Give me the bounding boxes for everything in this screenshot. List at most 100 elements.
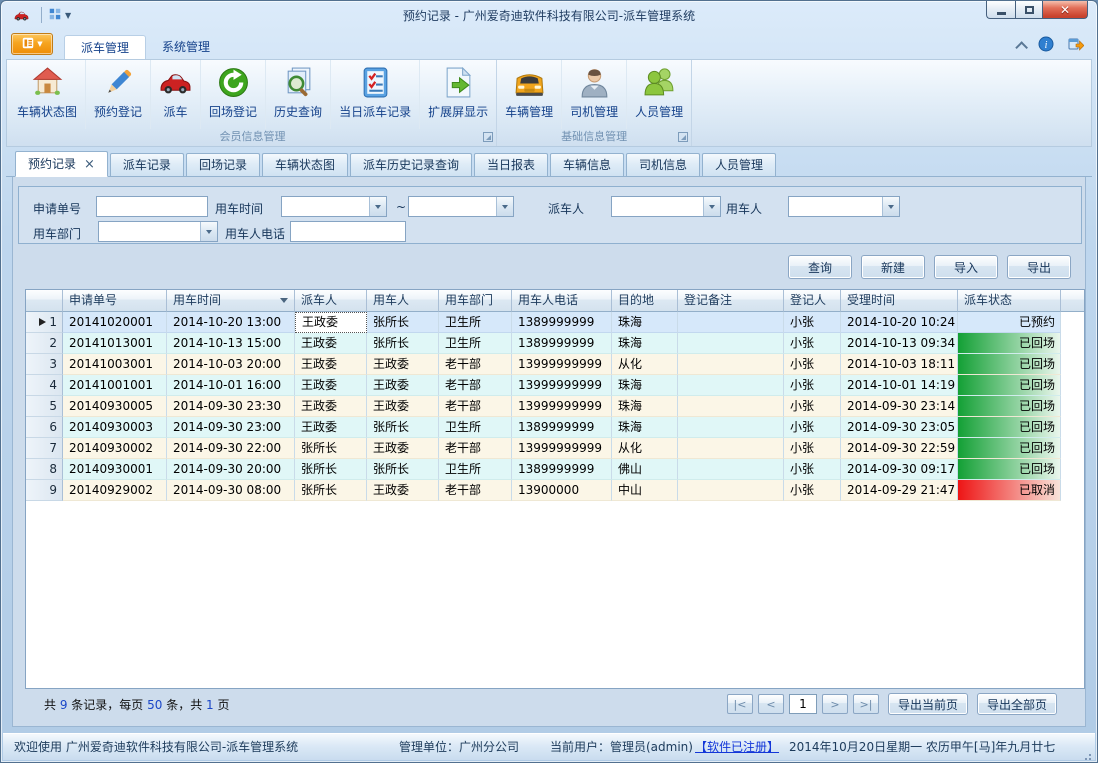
cell-登记人[interactable]: 小张 [784, 312, 841, 333]
cell-派车状态[interactable]: 已回场 [958, 438, 1061, 459]
cell-受理时间[interactable]: 2014-10-01 14:19 [841, 375, 958, 396]
cell-派车人[interactable]: 张所长 [295, 480, 367, 501]
cell-派车人[interactable]: 王政委 [295, 333, 367, 354]
cell-用车时间[interactable]: 2014-10-13 15:00 [167, 333, 295, 354]
cell-登记备注[interactable] [678, 480, 784, 501]
cell-目的地[interactable]: 从化 [612, 438, 678, 459]
cell-派车人[interactable]: 张所长 [295, 438, 367, 459]
row-indicator[interactable]: 8 [26, 459, 63, 480]
page-number-input[interactable] [789, 694, 817, 714]
dialog-launcher-icon[interactable] [483, 132, 493, 142]
cell-申请单号[interactable]: 20140929002 [63, 480, 167, 501]
cell-派车状态[interactable]: 已回场 [958, 354, 1061, 375]
support-icon[interactable] [1068, 36, 1084, 55]
cell-用车部门[interactable]: 老干部 [439, 396, 512, 417]
cell-申请单号[interactable]: 20141001001 [63, 375, 167, 396]
table-row[interactable]: 7201409300022014-09-30 22:00张所长王政委老干部139… [26, 438, 1084, 459]
cell-用车部门[interactable]: 卫生所 [439, 459, 512, 480]
cell-派车状态[interactable]: 已回场 [958, 333, 1061, 354]
row-indicator[interactable]: 2 [26, 333, 63, 354]
column-header-派车状态[interactable]: 派车状态 [958, 290, 1061, 312]
cell-申请单号[interactable]: 20141020001 [63, 312, 167, 333]
cell-用车人电话[interactable]: 13999999999 [512, 375, 612, 396]
column-header-登记人[interactable]: 登记人 [784, 290, 841, 312]
next-page-button[interactable]: > [822, 694, 848, 714]
cell-用车部门[interactable]: 老干部 [439, 375, 512, 396]
doc-tab-车辆信息[interactable]: 车辆信息 [550, 153, 624, 176]
cell-登记备注[interactable] [678, 417, 784, 438]
ribbon-item-回场登记[interactable]: 回场登记 [200, 60, 265, 129]
cell-派车状态[interactable]: 已取消 [958, 480, 1061, 501]
cell-登记备注[interactable] [678, 333, 784, 354]
cell-目的地[interactable]: 珠海 [612, 375, 678, 396]
cell-用车人电话[interactable]: 1389999999 [512, 333, 612, 354]
column-header-受理时间[interactable]: 受理时间 [841, 290, 958, 312]
cell-受理时间[interactable]: 2014-09-30 23:14 [841, 396, 958, 417]
cell-目的地[interactable]: 从化 [612, 354, 678, 375]
cell-登记人[interactable]: 小张 [784, 417, 841, 438]
cell-用车时间[interactable]: 2014-09-30 23:00 [167, 417, 295, 438]
table-row[interactable]: 2201410130012014-10-13 15:00王政委张所长卫生所138… [26, 333, 1084, 354]
cell-受理时间[interactable]: 2014-10-20 10:24 [841, 312, 958, 333]
row-indicator[interactable]: 3 [26, 354, 63, 375]
cell-登记人[interactable]: 小张 [784, 438, 841, 459]
chevron-down-icon[interactable] [882, 197, 899, 216]
cell-登记备注[interactable] [678, 354, 784, 375]
quick-access-layout-icon[interactable] [48, 7, 62, 24]
cell-用车人电话[interactable]: 13900000 [512, 480, 612, 501]
ribbon-tab-系统管理[interactable]: 系统管理 [146, 35, 226, 59]
cell-用车时间[interactable]: 2014-09-30 22:00 [167, 438, 295, 459]
cell-目的地[interactable]: 珠海 [612, 312, 678, 333]
cell-用车人电话[interactable]: 13999999999 [512, 354, 612, 375]
chevron-down-icon[interactable] [496, 197, 513, 216]
table-row[interactable]: 4201410010012014-10-01 16:00王政委王政委老干部139… [26, 375, 1084, 396]
doc-tab-当日报表[interactable]: 当日报表 [474, 153, 548, 176]
info-icon[interactable]: i [1038, 36, 1054, 55]
cell-登记备注[interactable] [678, 312, 784, 333]
column-header-派车人[interactable]: 派车人 [295, 290, 367, 312]
cell-用车人[interactable]: 张所长 [367, 333, 439, 354]
ribbon-item-当日派车记录[interactable]: 当日派车记录 [330, 60, 419, 129]
cell-派车人[interactable]: 王政委 [295, 375, 367, 396]
chevron-down-icon[interactable] [703, 197, 720, 216]
ribbon-item-扩展屏显示[interactable]: 扩展屏显示 [419, 60, 496, 129]
cell-用车人[interactable]: 王政委 [367, 438, 439, 459]
row-indicator[interactable]: 9 [26, 480, 63, 501]
minimize-button[interactable] [986, 1, 1015, 19]
doc-tab-司机信息[interactable]: 司机信息 [626, 153, 700, 176]
ribbon-item-车辆状态图[interactable]: 车辆状态图 [9, 60, 85, 129]
maximize-button[interactable] [1015, 1, 1043, 19]
row-indicator[interactable]: 4 [26, 375, 63, 396]
column-header-申请单号[interactable]: 申请单号 [63, 290, 167, 312]
cell-受理时间[interactable]: 2014-09-30 22:59 [841, 438, 958, 459]
table-row[interactable]: 8201409300012014-09-30 20:00张所长张所长卫生所138… [26, 459, 1084, 480]
export-all-pages-button[interactable]: 导出全部页 [977, 693, 1057, 715]
close-button[interactable]: ✕ [1043, 1, 1088, 19]
cell-派车人[interactable]: 王政委 [295, 354, 367, 375]
cell-用车时间[interactable]: 2014-09-30 23:30 [167, 396, 295, 417]
cell-登记备注[interactable] [678, 438, 784, 459]
row-indicator[interactable]: 7 [26, 438, 63, 459]
cell-登记备注[interactable] [678, 375, 784, 396]
cell-目的地[interactable]: 珠海 [612, 417, 678, 438]
cell-登记备注[interactable] [678, 459, 784, 480]
cell-派车状态[interactable]: 已回场 [958, 375, 1061, 396]
cell-用车时间[interactable]: 2014-09-30 20:00 [167, 459, 295, 480]
cell-用车部门[interactable]: 老干部 [439, 480, 512, 501]
cell-用车时间[interactable]: 2014-10-01 16:00 [167, 375, 295, 396]
cell-派车人[interactable]: 王政委 [295, 417, 367, 438]
cell-登记人[interactable]: 小张 [784, 375, 841, 396]
cell-用车人[interactable]: 王政委 [367, 480, 439, 501]
cell-用车人[interactable]: 王政委 [367, 354, 439, 375]
cell-受理时间[interactable]: 2014-09-29 21:47 [841, 480, 958, 501]
ribbon-item-人员管理[interactable]: 人员管理 [626, 60, 691, 129]
cell-用车时间[interactable]: 2014-10-03 20:00 [167, 354, 295, 375]
use-time-from-combo[interactable] [281, 196, 387, 217]
column-header-登记备注[interactable]: 登记备注 [678, 290, 784, 312]
use-time-to-combo[interactable] [408, 196, 514, 217]
last-page-button[interactable]: >| [853, 694, 879, 714]
ribbon-tab-派车管理[interactable]: 派车管理 [64, 35, 146, 59]
cell-登记人[interactable]: 小张 [784, 480, 841, 501]
query-button[interactable]: 查询 [788, 255, 852, 279]
table-row[interactable]: 5201409300052014-09-30 23:30王政委王政委老干部139… [26, 396, 1084, 417]
